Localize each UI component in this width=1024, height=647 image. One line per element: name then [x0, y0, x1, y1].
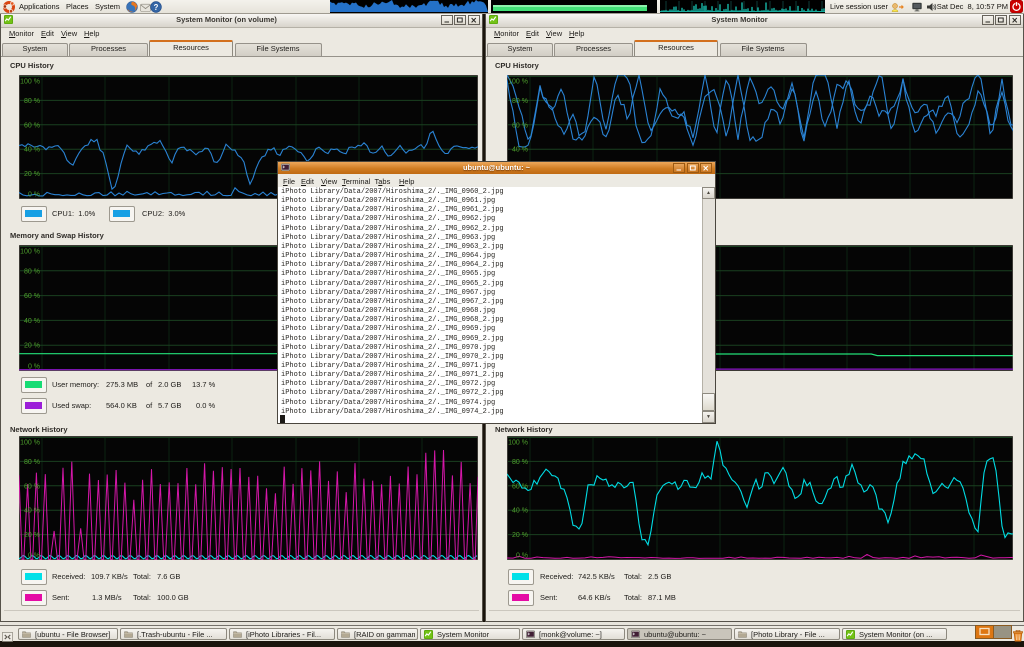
svg-text:80 %: 80 %: [512, 459, 528, 466]
svg-text:0 %: 0 %: [28, 553, 40, 560]
svg-text:?: ?: [154, 3, 159, 12]
svg-text:40 %: 40 %: [512, 147, 528, 154]
svg-text:0 %: 0 %: [28, 192, 40, 199]
svg-text:100 %: 100 %: [508, 440, 528, 447]
svg-text:100 %: 100 %: [20, 440, 40, 447]
svg-text:40 %: 40 %: [24, 508, 40, 515]
svg-text:100 %: 100 %: [508, 79, 528, 86]
svg-text:100 %: 100 %: [20, 249, 40, 256]
svg-text:60 %: 60 %: [24, 122, 40, 129]
svg-text:60 %: 60 %: [24, 293, 40, 300]
svg-text:60 %: 60 %: [512, 483, 528, 490]
svg-text:80 %: 80 %: [24, 459, 40, 466]
svg-text:0 %: 0 %: [28, 364, 40, 371]
svg-text:80 %: 80 %: [512, 98, 528, 105]
svg-text:80 %: 80 %: [24, 98, 40, 105]
svg-text:20 %: 20 %: [24, 343, 40, 350]
svg-text:80 %: 80 %: [24, 268, 40, 275]
svg-text:20 %: 20 %: [24, 171, 40, 178]
svg-text:40 %: 40 %: [512, 508, 528, 515]
svg-text:40 %: 40 %: [24, 147, 40, 154]
svg-text:0 %: 0 %: [516, 553, 528, 560]
svg-text:60 %: 60 %: [24, 483, 40, 490]
svg-text:20 %: 20 %: [24, 532, 40, 539]
svg-text:100 %: 100 %: [20, 79, 40, 86]
svg-text:40 %: 40 %: [24, 318, 40, 325]
svg-text:20 %: 20 %: [512, 532, 528, 539]
svg-text:60 %: 60 %: [512, 122, 528, 129]
